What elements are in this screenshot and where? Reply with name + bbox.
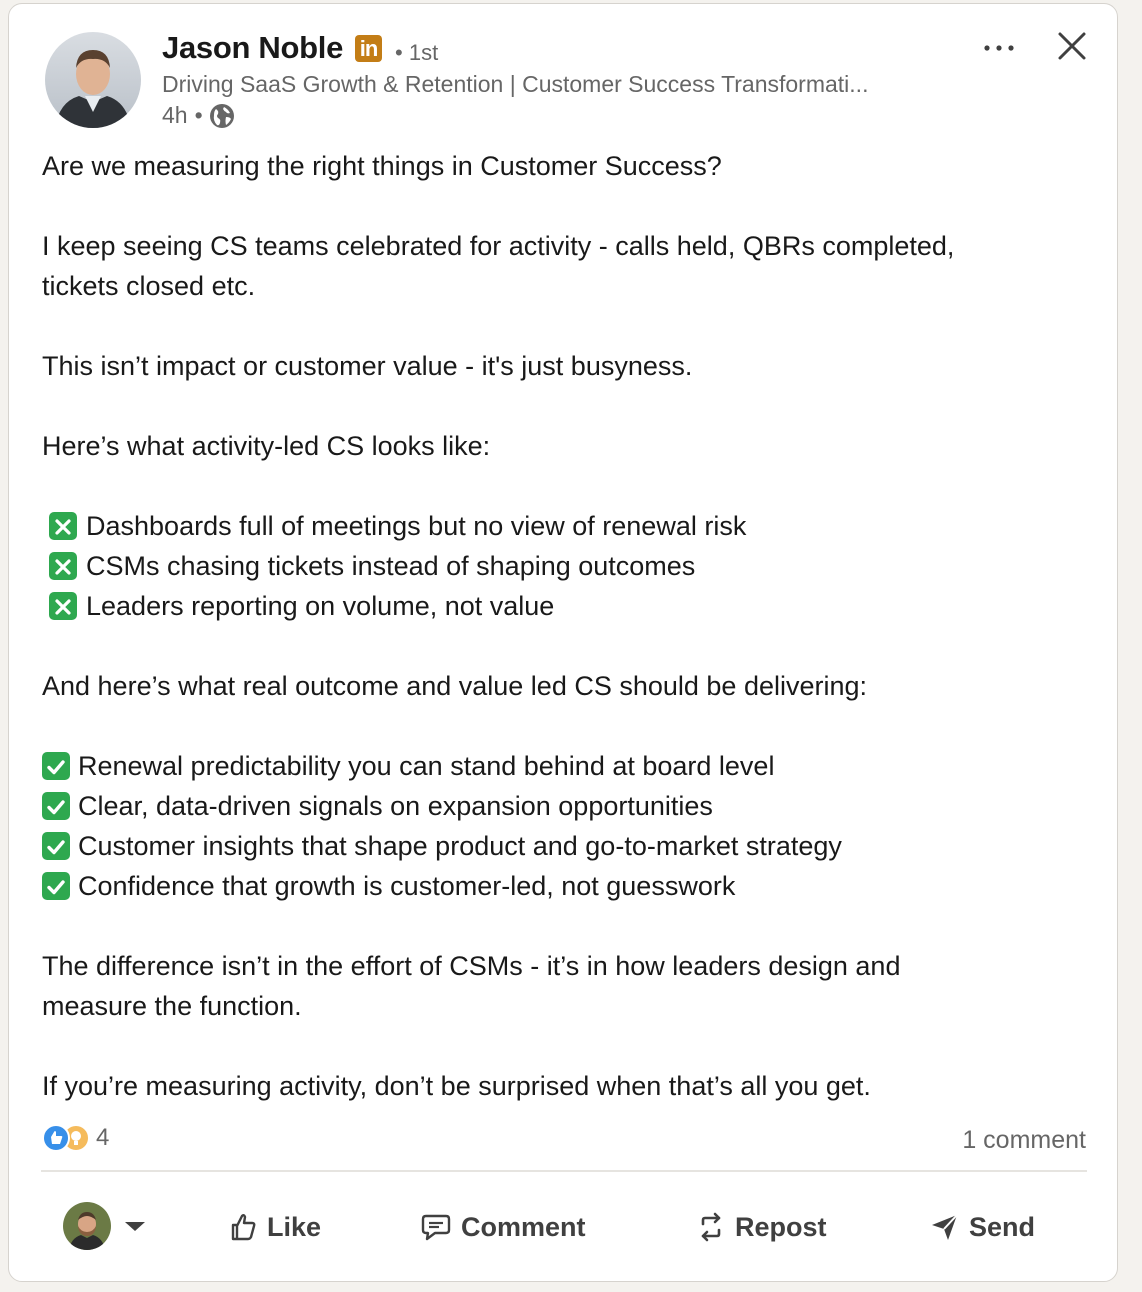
comment-icon <box>421 1214 451 1241</box>
list-item-text: CSMs chasing tickets instead of shaping … <box>86 551 696 581</box>
linkedin-premium-badge-icon: in <box>355 35 382 62</box>
post-card: Jason Noble in • 1st Driving SaaS Growth… <box>8 3 1118 1282</box>
like-icon <box>42 1124 70 1152</box>
repost-icon <box>701 1212 721 1242</box>
meta-separator: • <box>194 102 203 128</box>
list-item: Confidence that growth is customer-led, … <box>42 866 1092 906</box>
degree-label: 1st <box>408 40 439 65</box>
negative-list: Dashboards full of meetings but no view … <box>42 506 1092 626</box>
actor-switcher[interactable] <box>63 1202 145 1250</box>
more-options-icon[interactable] <box>979 28 1019 68</box>
list-item-text: Confidence that growth is customer-led, … <box>78 871 736 901</box>
cross-mark-icon <box>49 552 77 580</box>
post-paragraph-5: The difference isn’t in the effort of CS… <box>42 951 901 1021</box>
reactions-summary[interactable]: 4 <box>42 1124 109 1152</box>
like-label: Like <box>267 1211 322 1242</box>
check-mark-icon <box>42 792 70 820</box>
post-paragraph-1: I keep seeing CS teams celebrated for ac… <box>42 231 955 301</box>
send-button[interactable]: Send <box>929 1204 1035 1250</box>
chevron-down-icon <box>125 1221 145 1231</box>
positive-list: Renewal predictability you can stand beh… <box>42 746 1092 906</box>
list-item-text: Customer insights that shape product and… <box>78 831 842 861</box>
repost-button[interactable]: Repost <box>695 1204 827 1250</box>
globe-icon <box>209 103 235 129</box>
list-item-text: Clear, data-driven signals on expansion … <box>78 791 713 821</box>
check-mark-icon <box>42 832 70 860</box>
connection-degree: • 1st <box>395 40 438 66</box>
current-user-avatar <box>63 1202 111 1250</box>
list-item-text: Dashboards full of meetings but no view … <box>86 511 747 541</box>
post-paragraph-3: Here’s what activity-led CS looks like: <box>42 431 491 461</box>
author-avatar[interactable] <box>45 32 141 128</box>
check-mark-icon <box>42 872 70 900</box>
list-item-text: Leaders reporting on volume, not value <box>86 591 555 621</box>
list-item: Dashboards full of meetings but no view … <box>42 506 1092 546</box>
comments-count-link[interactable]: 1 comment <box>962 1126 1086 1155</box>
cross-mark-icon <box>49 592 77 620</box>
send-icon <box>932 1214 958 1240</box>
list-item: CSMs chasing tickets instead of shaping … <box>42 546 1092 586</box>
post-time: 4h <box>162 102 188 128</box>
list-item: Customer insights that shape product and… <box>42 826 1092 866</box>
repost-label: Repost <box>735 1211 827 1242</box>
list-item-text: Renewal predictability you can stand beh… <box>78 751 775 781</box>
author-headline[interactable]: Driving SaaS Growth & Retention | Custom… <box>162 71 937 98</box>
comment-label: Comment <box>461 1211 586 1242</box>
post-paragraph-4: And here’s what real outcome and value l… <box>42 671 868 701</box>
action-bar: Like Comment Repost Send <box>9 1194 1117 1264</box>
divider <box>41 1170 1087 1172</box>
post-meta: 4h • <box>162 102 235 129</box>
check-mark-icon <box>42 752 70 780</box>
close-icon[interactable] <box>1054 28 1090 64</box>
thumbs-up-icon <box>231 1214 256 1241</box>
degree-separator: • <box>395 40 403 65</box>
post-paragraph-2: This isn’t impact or customer value - it… <box>42 351 693 381</box>
list-item: Leaders reporting on volume, not value <box>42 586 1092 626</box>
post-intro: Are we measuring the right things in Cus… <box>42 151 722 181</box>
reaction-count: 4 <box>96 1124 110 1151</box>
post-paragraph-6: If you’re measuring activity, don’t be s… <box>42 1071 871 1101</box>
cross-mark-icon <box>49 512 77 540</box>
post-text: Are we measuring the right things in Cus… <box>42 146 1092 1106</box>
comment-button[interactable]: Comment <box>419 1204 586 1250</box>
send-label: Send <box>969 1211 1036 1242</box>
list-item: Clear, data-driven signals on expansion … <box>42 786 1092 826</box>
author-name[interactable]: Jason Noble <box>162 30 343 66</box>
list-item: Renewal predictability you can stand beh… <box>42 746 1092 786</box>
like-button[interactable]: Like <box>227 1204 321 1250</box>
